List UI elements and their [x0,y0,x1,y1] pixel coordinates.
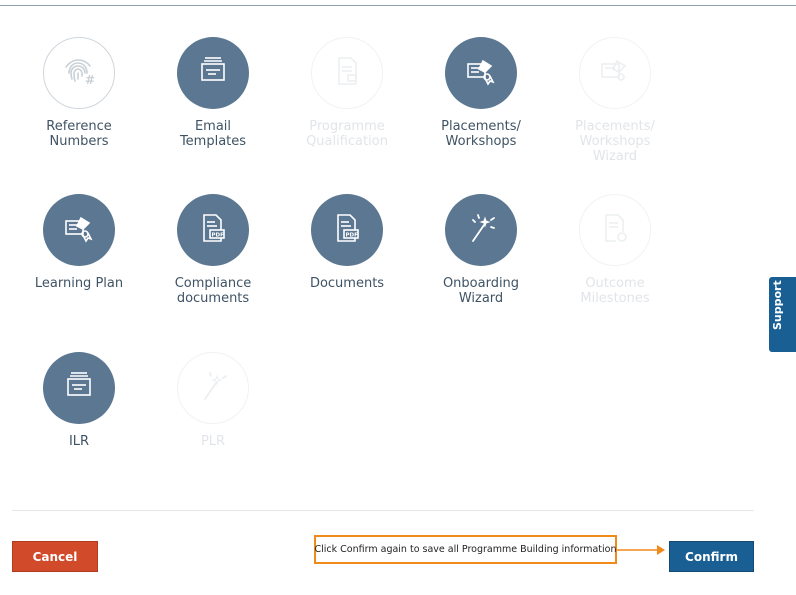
top-divider [0,5,796,6]
tile-circle [43,194,115,266]
certificate-icon [61,210,97,250]
callout-arrow-icon [617,545,665,555]
tile-circle [177,37,249,109]
magic-wand-icon [463,210,499,250]
tile-label: PLR [200,434,226,449]
tile-circle [445,37,517,109]
tile-programme-qualification: Programme Qualification [282,37,412,149]
tile-label: Learning Plan [34,276,124,291]
svg-text:PDF: PDF [212,233,225,239]
qualification-doc-icon [330,54,364,92]
tile-compliance-documents[interactable]: PDF Compliance documents [148,194,278,306]
certificate-icon [463,53,499,93]
pdf-document-icon: PDF [330,211,364,249]
tile-label: Placements/Workshops [441,119,521,149]
form-icon [62,369,96,407]
tile-onboarding-wizard[interactable]: Onboarding Wizard [416,194,546,306]
tile-placements-workshops[interactable]: Placements/Workshops [416,37,546,149]
tile-label: Documents [309,276,385,291]
tile-label: Programme Qualification [306,119,388,149]
support-tab[interactable]: Support [769,277,796,352]
tile-label: Email Templates [179,119,247,149]
fingerprint-icon: # [59,51,99,95]
doc-gear-icon [598,211,632,249]
tile-label: ILR [68,434,90,449]
tile-label: Placements/Workshops Wizard [575,119,655,164]
tile-label: Outcome Milestones [580,276,650,306]
tile-circle [579,194,651,266]
tile-plr: PLR [148,352,278,449]
instruction-callout: Click Confirm again to save all Programm… [314,535,617,564]
tile-ilr[interactable]: ILR [14,352,144,449]
tile-label: Reference Numbers [46,119,112,149]
tile-email-templates[interactable]: Email Templates [148,37,278,149]
tile-circle: PDF [177,194,249,266]
tile-label: Compliance documents [174,276,252,306]
tile-learning-plan[interactable]: Learning Plan [14,194,144,291]
tile-placements-workshops-wizard: Placements/Workshops Wizard [550,37,680,164]
support-tab-label: Support [771,280,784,330]
footer-divider [12,510,754,511]
tile-circle [43,352,115,424]
svg-text:PDF: PDF [346,233,359,239]
tile-circle [177,352,249,424]
confirm-button[interactable]: Confirm [669,541,754,572]
tile-reference-numbers[interactable]: # Reference Numbers [14,37,144,149]
tile-documents[interactable]: PDF Documents [282,194,412,291]
tile-label: Onboarding Wizard [442,276,520,306]
tile-circle [445,194,517,266]
certificate-icon [597,53,633,93]
tile-circle: # [43,37,115,109]
tile-circle [311,37,383,109]
magic-wand-icon [195,368,231,408]
email-template-icon [196,54,230,92]
tile-circle [579,37,651,109]
cancel-button[interactable]: Cancel [12,541,98,572]
pdf-document-icon: PDF [196,211,230,249]
tile-circle: PDF [311,194,383,266]
svg-text:#: # [85,73,95,87]
tile-outcome-milestones: Outcome Milestones [550,194,680,306]
